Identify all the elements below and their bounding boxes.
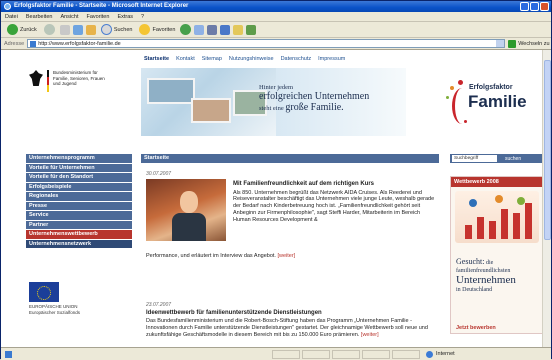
topnav-impressum[interactable]: Impressum xyxy=(318,56,345,62)
go-arrow-icon xyxy=(508,39,517,48)
status-bar: Internet xyxy=(1,347,551,360)
sidebar-item-netzwerk[interactable]: Unternehmensnetzwerk xyxy=(26,239,132,249)
vertical-scrollbar[interactable] xyxy=(542,50,551,347)
menu-extras[interactable]: Extras xyxy=(117,14,133,20)
search-button[interactable]: Suchen xyxy=(99,23,135,36)
right-column: Suchbegriff suchen Wettbewerb 2008 Gesuc… xyxy=(450,154,544,334)
article-date: 30.07.2007 xyxy=(146,171,172,177)
sidebar-item-vorteile-standort[interactable]: Vorteile für den Standort xyxy=(26,173,132,183)
mail-icon[interactable] xyxy=(194,24,205,35)
eu-caption: EUROPÄISCHE UNION Europäischer Sozialfon… xyxy=(29,304,81,315)
topnav-kontakt[interactable]: Kontakt xyxy=(176,56,195,62)
banner-photo xyxy=(141,68,276,136)
article-aida: 30.07.2007 Mit Familienfreundlichkeit au… xyxy=(146,171,436,259)
back-arrow-icon xyxy=(7,24,18,35)
teaser-text: Gesucht: die familienfreundlichsten Unte… xyxy=(456,257,516,294)
toolbar: Zurück Suchen Favoriten xyxy=(1,22,551,38)
german-flag-bar xyxy=(47,70,49,92)
close-button[interactable] xyxy=(540,2,549,11)
article-date: 23.07.2007 xyxy=(146,302,172,308)
top-navigation: Startseite Kontakt Sitemap Nutzungshinwe… xyxy=(144,56,345,62)
sidebar-item-regionales[interactable]: Regionales xyxy=(26,192,132,202)
minimize-button[interactable] xyxy=(520,2,529,11)
ministry-name: Bundesministerium für Familie, Senioren,… xyxy=(53,70,105,86)
browser-window: Erfolgsfaktor Familie - Startseite - Mic… xyxy=(0,0,552,360)
banner-slogan: Hinter jedem erfolgreichen Unternehmen s… xyxy=(259,84,370,113)
erfolgsfaktor-familie-logo[interactable]: Erfolgsfaktor Familie xyxy=(444,76,539,131)
address-bar: Adresse http://www.erfolgsfaktor-familie… xyxy=(1,38,551,50)
address-input[interactable]: http://www.erfolgsfaktor-familie.de xyxy=(27,39,506,48)
page-content: Startseite Kontakt Sitemap Nutzungshinwe… xyxy=(1,50,544,347)
main-header: Startseite xyxy=(141,154,439,163)
sidebar-item-wettbewerb[interactable]: Unternehmenswettbewerb xyxy=(26,230,132,240)
ie-icon xyxy=(4,3,11,10)
apply-now-link[interactable]: Jetzt bewerben xyxy=(456,325,496,331)
menu-favoriten[interactable]: Favoriten xyxy=(87,14,110,20)
topnav-sitemap[interactable]: Sitemap xyxy=(202,56,222,62)
sidebar-item-presse[interactable]: Presse xyxy=(26,201,132,211)
maximize-button[interactable] xyxy=(530,2,539,11)
wettbewerb-teaser[interactable]: Wettbewerb 2008 Gesucht: die familienfre… xyxy=(450,176,544,334)
article-photo[interactable] xyxy=(146,179,226,241)
forward-button[interactable] xyxy=(42,23,57,36)
print-icon[interactable] xyxy=(207,24,218,35)
eu-logo[interactable]: EUROPÄISCHE UNION Europäischer Sozialfon… xyxy=(29,282,89,315)
chevron-down-icon[interactable] xyxy=(496,40,505,47)
article-text: Als 850. Unternehmen begrüßt das Netzwer… xyxy=(233,189,435,223)
refresh-icon[interactable] xyxy=(72,24,83,35)
main-content: Startseite 30.07.2007 Mit Familienfreund… xyxy=(141,154,439,347)
teaser-header: Wettbewerb 2008 xyxy=(451,177,543,187)
edit-icon[interactable] xyxy=(220,24,231,35)
teaser-illustration xyxy=(455,191,539,243)
sidebar-item-partner[interactable]: Partner xyxy=(26,220,132,230)
page-icon xyxy=(30,41,37,47)
eu-flag-icon xyxy=(29,282,59,302)
star-icon xyxy=(139,24,151,35)
search-submit-button[interactable]: suchen xyxy=(505,156,521,162)
page-status-icon xyxy=(5,350,12,358)
stop-icon[interactable] xyxy=(59,24,70,35)
window-title: Erfolgsfaktor Familie - Startseite - Mic… xyxy=(14,3,189,9)
article-text-continued: Performance, und erläutert im Interview … xyxy=(146,253,276,259)
menu-bar: Datei Bearbeiten Ansicht Favoriten Extra… xyxy=(1,12,551,22)
media-icon[interactable] xyxy=(180,24,192,35)
search-icon xyxy=(100,24,112,35)
federal-eagle-icon xyxy=(29,70,43,86)
forward-arrow-icon xyxy=(43,24,55,35)
scrollbar-thumb[interactable] xyxy=(544,60,551,240)
go-button[interactable]: Wechseln zu xyxy=(508,39,550,48)
side-navigation: Unternehmensprogramm Vorteile für Untern… xyxy=(26,154,132,249)
search-input[interactable]: Suchbegriff xyxy=(452,155,497,162)
address-label: Adresse xyxy=(4,40,25,47)
read-more-link[interactable]: [weiter] xyxy=(361,332,379,338)
menu-datei[interactable]: Datei xyxy=(5,14,18,20)
topnav-nutzungshinweise[interactable]: Nutzungshinweise xyxy=(229,56,274,62)
sidebar-item-erfolgsbeispiele[interactable]: Erfolgsbeispiele xyxy=(26,182,132,192)
globe-icon xyxy=(426,350,433,358)
sidebar-item-vorteile-unternehmen[interactable]: Vorteile für Unternehmen xyxy=(26,163,132,173)
article-text: Das Bundesfamilienministerium und die Ro… xyxy=(146,318,428,338)
article-title[interactable]: Mit Familienfreundlichkeit auf dem richt… xyxy=(233,181,436,188)
read-more-link[interactable]: [weiter] xyxy=(277,253,295,259)
menu-bearbeiten[interactable]: Bearbeiten xyxy=(26,14,53,20)
security-zone: Internet xyxy=(426,350,455,358)
topnav-startseite[interactable]: Startseite xyxy=(144,56,169,62)
ministry-logo[interactable]: Bundesministerium für Familie, Senioren,… xyxy=(29,70,113,92)
favorites-button[interactable]: Favoriten xyxy=(137,23,177,36)
back-button[interactable]: Zurück xyxy=(5,23,39,36)
search-box: Suchbegriff suchen xyxy=(450,154,544,163)
research-icon[interactable] xyxy=(246,24,257,35)
sidebar-item-unternehmensprogramm[interactable]: Unternehmensprogramm xyxy=(26,154,132,164)
messenger-icon[interactable] xyxy=(233,24,244,35)
menu-ansicht[interactable]: Ansicht xyxy=(60,14,78,20)
sidebar-item-service[interactable]: Service xyxy=(26,211,132,221)
menu-help[interactable]: ? xyxy=(141,14,144,20)
article-ideenwettbewerb: 23.07.2007 Ideenwettbewerb für familienu… xyxy=(146,302,436,339)
header-banner: Hinter jedem erfolgreichen Unternehmen s… xyxy=(141,68,538,136)
title-bar: Erfolgsfaktor Familie - Startseite - Mic… xyxy=(1,1,551,12)
article-title[interactable]: Ideenwettbewerb für familienunterstützen… xyxy=(146,310,436,317)
topnav-datenschutz[interactable]: Datenschutz xyxy=(281,56,312,62)
home-icon[interactable] xyxy=(85,24,96,35)
